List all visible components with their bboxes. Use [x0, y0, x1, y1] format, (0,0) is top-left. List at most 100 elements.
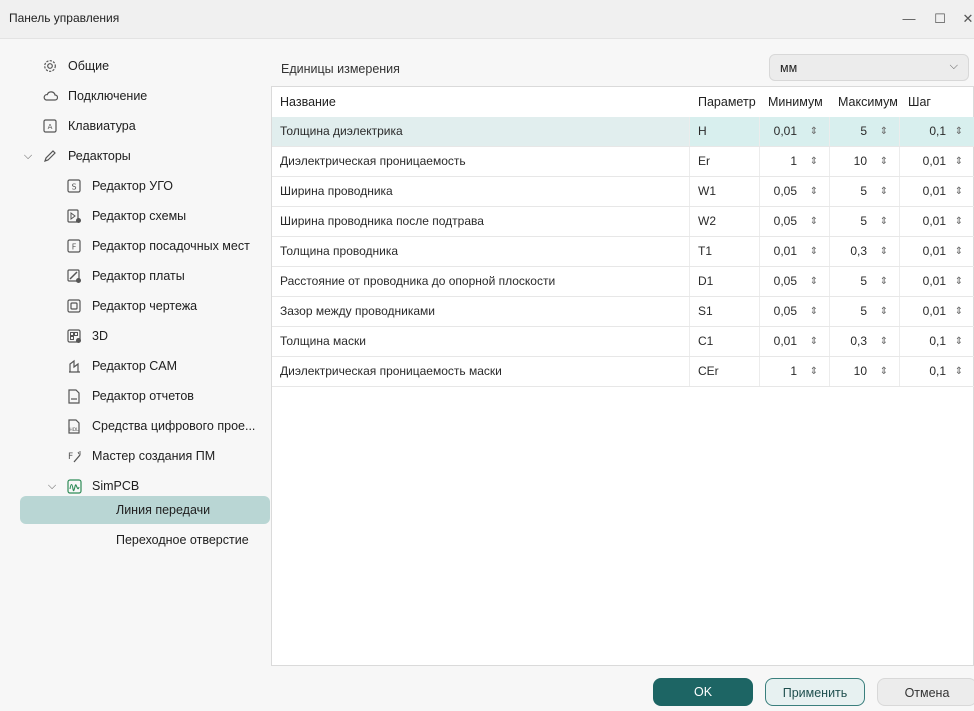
maximize-button[interactable]: ☐	[930, 9, 950, 29]
nav-keyboard[interactable]: A Клавиатура	[42, 112, 136, 140]
cell-step-value[interactable]: 0,01	[923, 147, 946, 176]
nav-editors[interactable]: ⌵ Редакторы	[22, 142, 131, 170]
cell-step[interactable]: 0,01 ⇕	[900, 267, 974, 296]
nav-3d[interactable]: 3D	[66, 322, 108, 350]
spinner-icon[interactable]: ⇕	[953, 177, 965, 206]
cell-step[interactable]: 0,1 ⇕	[900, 117, 974, 146]
table-row[interactable]: Ширина проводника после подтрава W2 0,05 ⇕ 5…	[272, 207, 974, 237]
apply-button[interactable]: Применить	[765, 678, 865, 706]
cell-step-value[interactable]: 0,01	[923, 297, 946, 326]
cell-min-value[interactable]: 0,05	[774, 267, 797, 296]
nav-footprint-wizard[interactable]: F Мастер создания ПМ	[66, 442, 216, 470]
column-header-param[interactable]: Параметр	[690, 87, 760, 117]
spinner-icon[interactable]: ⇕	[953, 327, 965, 356]
cell-min-value[interactable]: 1	[790, 147, 797, 176]
cell-max-value[interactable]: 0,3	[850, 237, 867, 266]
spinner-icon[interactable]: ⇕	[808, 117, 820, 146]
cell-min-value[interactable]: 0,01	[774, 237, 797, 266]
spinner-icon[interactable]: ⇕	[878, 207, 890, 236]
spinner-icon[interactable]: ⇕	[878, 237, 890, 266]
cell-step-value[interactable]: 0,1	[929, 357, 946, 386]
nav-report-editor[interactable]: Редактор отчетов	[66, 382, 194, 410]
cell-step-value[interactable]: 0,01	[923, 207, 946, 236]
cell-step-value[interactable]: 0,01	[923, 177, 946, 206]
cell-max-value[interactable]: 0,3	[850, 327, 867, 356]
spinner-icon[interactable]: ⇕	[808, 357, 820, 386]
cell-min[interactable]: 1 ⇕	[760, 357, 830, 386]
spinner-icon[interactable]: ⇕	[953, 267, 965, 296]
spinner-icon[interactable]: ⇕	[878, 297, 890, 326]
spinner-icon[interactable]: ⇕	[878, 177, 890, 206]
nav-symbol-editor[interactable]: S Редактор УГО	[66, 172, 173, 200]
table-row[interactable]: Расстояние от проводника до опорной плос…	[272, 267, 974, 297]
cell-step[interactable]: 0,01 ⇕	[900, 147, 974, 176]
cell-min[interactable]: 0,05 ⇕	[760, 207, 830, 236]
cell-step-value[interactable]: 0,01	[923, 237, 946, 266]
nav-footprint-editor[interactable]: F Редактор посадочных мест	[66, 232, 250, 260]
cell-step[interactable]: 0,1 ⇕	[900, 357, 974, 386]
table-row[interactable]: Диэлектрическая проницаемость Er 1 ⇕ 10 ⇕ 0,01…	[272, 147, 974, 177]
cell-max[interactable]: 5 ⇕	[830, 117, 900, 146]
spinner-icon[interactable]: ⇕	[808, 237, 820, 266]
nav-schematic-editor[interactable]: Редактор схемы	[66, 202, 186, 230]
spinner-icon[interactable]: ⇕	[953, 237, 965, 266]
spinner-icon[interactable]: ⇕	[808, 327, 820, 356]
cell-min[interactable]: 1 ⇕	[760, 147, 830, 176]
cell-step[interactable]: 0,01 ⇕	[900, 237, 974, 266]
units-dropdown[interactable]: мм ⌵	[769, 54, 969, 81]
column-header-max[interactable]: Максимум	[830, 87, 900, 117]
column-header-name[interactable]: Название	[272, 87, 690, 117]
table-row[interactable]: Диэлектрическая проницаемость маски CEr 1 ⇕…	[272, 357, 974, 387]
cell-step[interactable]: 0,01 ⇕	[900, 297, 974, 326]
cell-max[interactable]: 5 ⇕	[830, 297, 900, 326]
spinner-icon[interactable]: ⇕	[878, 327, 890, 356]
cell-max-value[interactable]: 5	[860, 297, 867, 326]
nav-connection[interactable]: Подключение	[42, 82, 147, 110]
spinner-icon[interactable]: ⇕	[953, 357, 965, 386]
column-header-step[interactable]: Шаг	[900, 87, 974, 117]
column-header-min[interactable]: Минимум	[760, 87, 830, 117]
cell-min[interactable]: 0,01 ⇕	[760, 117, 830, 146]
cell-step[interactable]: 0,01 ⇕	[900, 207, 974, 236]
nav-drawing-editor[interactable]: Редактор чертежа	[66, 292, 197, 320]
cell-max[interactable]: 5 ⇕	[830, 207, 900, 236]
cell-min[interactable]: 0,01 ⇕	[760, 237, 830, 266]
cell-max-value[interactable]: 5	[860, 267, 867, 296]
spinner-icon[interactable]: ⇕	[878, 147, 890, 176]
spinner-icon[interactable]: ⇕	[953, 147, 965, 176]
cell-max[interactable]: 0,3 ⇕	[830, 237, 900, 266]
spinner-icon[interactable]: ⇕	[953, 297, 965, 326]
table-row[interactable]: Толщина маски C1 0,01 ⇕ 0,3 ⇕ 0,1 ⇕	[272, 327, 974, 357]
spinner-icon[interactable]: ⇕	[953, 117, 965, 146]
spinner-icon[interactable]: ⇕	[878, 117, 890, 146]
cell-max-value[interactable]: 5	[860, 117, 867, 146]
chevron-down-icon[interactable]: ⌵	[46, 480, 58, 493]
nav-board-editor[interactable]: Редактор платы	[66, 262, 185, 290]
cell-step[interactable]: 0,1 ⇕	[900, 327, 974, 356]
cell-min[interactable]: 0,01 ⇕	[760, 327, 830, 356]
cell-min-value[interactable]: 0,05	[774, 177, 797, 206]
ok-button[interactable]: OK	[653, 678, 753, 706]
table-row[interactable]: Толщина проводника T1 0,01 ⇕ 0,3 ⇕ 0,01 ⇕	[272, 237, 974, 267]
table-row[interactable]: Толщина диэлектрика H 0,01 ⇕ 5 ⇕ 0,1 ⇕	[272, 117, 974, 147]
close-button[interactable]: ✕	[958, 9, 974, 29]
nav-via[interactable]: Переходное отверстие	[116, 526, 249, 554]
cell-max[interactable]: 5 ⇕	[830, 177, 900, 206]
spinner-icon[interactable]: ⇕	[808, 207, 820, 236]
table-row[interactable]: Ширина проводника W1 0,05 ⇕ 5 ⇕ 0,01 ⇕	[272, 177, 974, 207]
spinner-icon[interactable]: ⇕	[808, 297, 820, 326]
cell-max-value[interactable]: 10	[854, 357, 867, 386]
cell-min[interactable]: 0,05 ⇕	[760, 177, 830, 206]
cell-max[interactable]: 5 ⇕	[830, 267, 900, 296]
cell-min-value[interactable]: 0,01	[774, 327, 797, 356]
cell-max-value[interactable]: 5	[860, 177, 867, 206]
cell-step-value[interactable]: 0,1	[929, 117, 946, 146]
cell-step[interactable]: 0,01 ⇕	[900, 177, 974, 206]
cancel-button[interactable]: Отмена	[877, 678, 974, 706]
cell-max-value[interactable]: 5	[860, 207, 867, 236]
cell-max[interactable]: 0,3 ⇕	[830, 327, 900, 356]
nav-cam-editor[interactable]: Редактор CAM	[66, 352, 177, 380]
spinner-icon[interactable]: ⇕	[878, 267, 890, 296]
spinner-icon[interactable]: ⇕	[953, 207, 965, 236]
spinner-icon[interactable]: ⇕	[808, 267, 820, 296]
